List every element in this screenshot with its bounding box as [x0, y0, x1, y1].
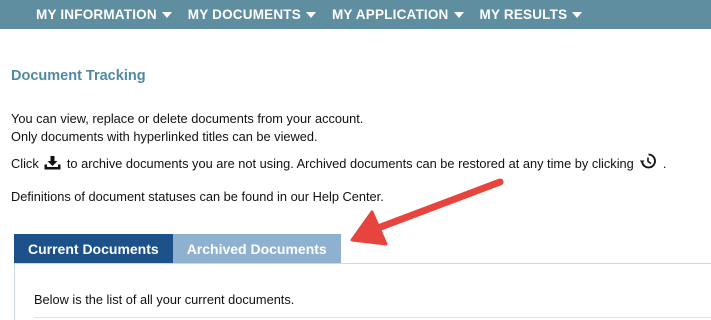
tab-archived-documents[interactable]: Archived Documents — [172, 234, 341, 264]
nav-my-documents[interactable]: MY DOCUMENTS — [188, 7, 316, 22]
archive-text-prefix: Click — [11, 156, 39, 171]
panel-description: Below is the list of all your current do… — [34, 292, 295, 307]
nav-my-results[interactable]: MY RESULTS — [480, 7, 583, 22]
info-line-definitions: Definitions of document statuses can be … — [11, 189, 384, 204]
caret-down-icon — [453, 11, 464, 18]
info-line-view: You can view, replace or delete document… — [11, 111, 364, 126]
nav-label: MY DOCUMENTS — [187, 7, 301, 22]
archive-text-suffix: . — [662, 156, 667, 171]
caret-down-icon — [161, 11, 172, 18]
panel-divider — [34, 317, 711, 318]
download-tray-icon — [44, 156, 61, 173]
nav-my-application[interactable]: MY APPLICATION — [332, 7, 464, 22]
nav-label: MY RESULTS — [479, 7, 568, 22]
top-navigation: MY INFORMATION MY DOCUMENTS MY APPLICATI… — [0, 0, 711, 29]
info-line-hyperlinked: Only documents with hyperlinked titles c… — [11, 129, 318, 144]
history-icon — [639, 152, 657, 173]
tab-current-documents[interactable]: Current Documents — [14, 234, 173, 264]
nav-label: MY APPLICATION — [331, 7, 449, 22]
document-tabs: Current Documents Archived Documents — [14, 234, 341, 264]
page-title: Document Tracking — [11, 68, 146, 84]
nav-label: MY INFORMATION — [36, 7, 157, 22]
nav-my-information[interactable]: MY INFORMATION — [36, 7, 172, 22]
info-line-archive: Click to archive documents you are not u… — [11, 152, 666, 173]
caret-down-icon — [305, 11, 316, 18]
caret-down-icon — [572, 11, 583, 18]
archive-text-middle: to archive documents you are not using. … — [66, 156, 634, 171]
